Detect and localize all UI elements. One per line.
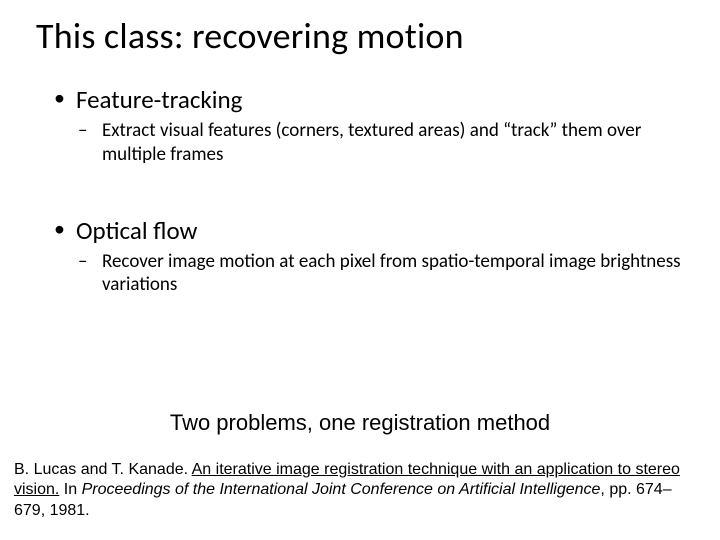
spacer	[54, 171, 684, 209]
slide-title: This class: recovering motion	[36, 14, 464, 58]
subbullet-feature-tracking: Extract visual features (corners, textur…	[54, 119, 684, 167]
bullet-feature-tracking: Feature-tracking	[54, 84, 684, 115]
slide: This class: recovering motion Feature-tr…	[0, 0, 720, 540]
citation-venue: Proceedings of the International Joint C…	[82, 481, 601, 498]
bullet-optical-flow: Optical flow	[54, 215, 684, 246]
citation: B. Lucas and T. Kanade. An iterative ima…	[14, 460, 706, 521]
citation-authors: B. Lucas and T. Kanade.	[14, 461, 192, 478]
subheading: Two problems, one registration method	[0, 410, 720, 436]
slide-body: Feature-tracking Extract visual features…	[54, 78, 684, 301]
citation-in: In	[59, 481, 81, 498]
subbullet-optical-flow: Recover image motion at each pixel from …	[54, 250, 684, 298]
